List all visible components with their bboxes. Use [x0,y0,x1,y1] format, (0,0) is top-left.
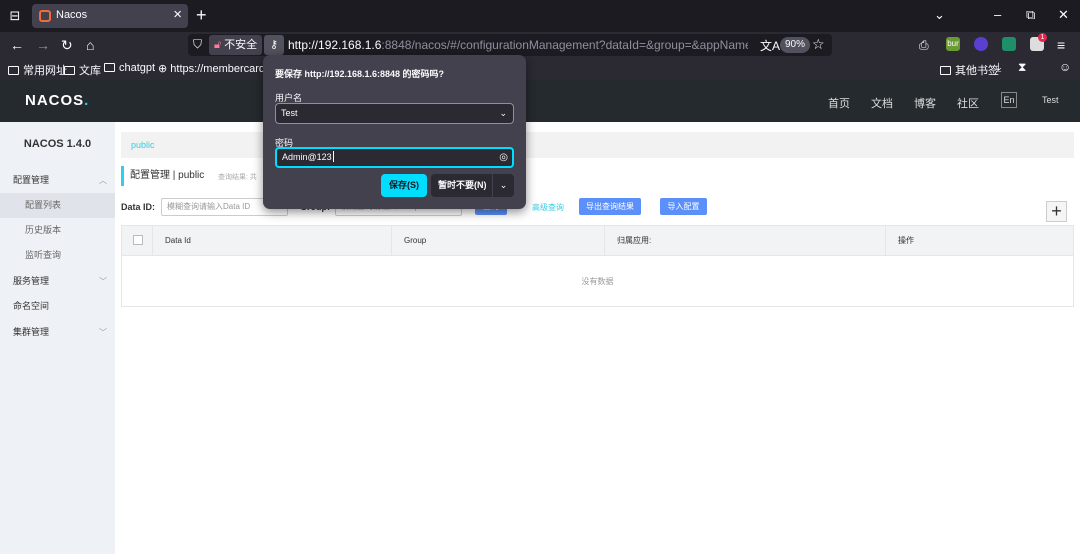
table-header: Data Id Group 归属应用: 操作 [122,226,1073,256]
config-table: Data Id Group 归属应用: 操作 没有数据 [121,225,1074,307]
nav-community[interactable]: 社区 [957,95,979,111]
home-icon[interactable]: ⌂ [86,36,94,54]
minimize-icon[interactable]: – [994,6,1001,24]
restore-icon[interactable]: ⧉ [1026,6,1035,24]
select-all-checkbox[interactable] [133,235,143,245]
folder-icon [940,66,951,75]
extension-badge-icon[interactable]: 1 [1030,33,1047,51]
username-field[interactable]: Test ⌄ [275,103,514,124]
page-title: 配置管理 | public [121,166,204,186]
sidebar-item-cluster-management[interactable]: 集群管理 ﹀ [0,320,115,345]
bookmark-folder-chatgpt[interactable]: chatgpt [104,62,155,74]
browser-tab-bar: ⊟ Nacos × + ⌄ – ⧉ ✕ [0,0,1080,32]
bookmark-folder-wenku[interactable]: 文库 [64,62,101,78]
tab-list-icon[interactable]: ⊟ [6,7,24,25]
table-empty-text: 没有数据 [581,277,614,286]
not-now-button[interactable]: 暂时不要(N) ⌄ [431,174,514,197]
extensions-puzzle-icon[interactable]: ⧗ [1018,60,1026,75]
chevron-up-icon: ︿ [99,176,107,185]
sidebar-item-config-management[interactable]: 配置管理 ︿ [0,168,115,193]
share-icon[interactable]: ⎙ [919,36,929,54]
language-switch-button[interactable]: En [1001,92,1017,108]
url-bar[interactable]: ⛉ 🔓︎ 不安全 ⚷ http://192.168.1.6:8848/nacos/… [188,34,832,56]
column-actions: 操作 [885,226,1073,256]
close-window-icon[interactable]: ✕ [1058,6,1069,24]
bookmark-folder-common[interactable]: 常用网址 [8,62,67,78]
extension-badge-count: 1 [1038,33,1047,42]
forward-icon[interactable]: → [36,36,50,54]
account-icon[interactable]: ☺ [1059,60,1071,74]
import-config-button[interactable]: 导入配置 [660,198,707,215]
other-bookmarks[interactable]: 其他书签 [940,62,999,78]
url-text[interactable]: http://192.168.1.6:8848/nacos/#/configur… [288,38,748,52]
folder-icon [104,63,115,72]
password-key-icon[interactable]: ⚷ [264,35,284,55]
nav-blog[interactable]: 博客 [914,95,936,111]
chevron-down-icon[interactable]: ⌄ [492,174,514,197]
browser-tab-nacos[interactable]: Nacos × [32,4,188,28]
text-cursor [332,151,334,162]
current-user[interactable]: Test [1042,95,1059,105]
bookmark-membercard[interactable]: ⊕ https://membercard... [158,62,274,75]
save-password-button[interactable]: 保存(S) [381,174,427,197]
url-host: http://192.168.1.6 [288,38,382,52]
sidebar-item-listener-query[interactable]: 监听查询 [0,243,115,268]
app-menu-icon[interactable]: ≡ [1057,36,1065,54]
translate-icon[interactable]: 文A [760,37,780,54]
new-tab-button[interactable]: + [196,5,207,25]
nav-docs[interactable]: 文档 [871,95,893,111]
bur-extension-icon[interactable]: bur [946,37,960,51]
select-all-cell [122,226,152,256]
sidebar-item-config-list[interactable]: 配置列表 [0,193,115,218]
chevron-down-icon: ﹀ [99,328,107,337]
column-app: 归属应用: [604,226,885,256]
insecure-lock-icon: 🔓︎ [214,39,222,51]
nacos-favicon-icon [39,10,51,22]
save-password-popup: 要保存 http://192.168.1.6:8848 的密码吗? 用户名 Te… [263,55,526,209]
downloads-icon[interactable]: ⤓ [996,60,1001,75]
tab-close-icon[interactable]: × [173,7,182,23]
chevron-down-icon: ﹀ [99,277,107,286]
nacos-header: NACOS. 首页 文档 博客 社区 En Test [0,80,1080,122]
extension-diamond-icon[interactable] [974,37,988,51]
reload-icon[interactable]: ↻ [61,36,73,54]
tab-overflow-chevron-icon[interactable]: ⌄ [934,6,945,24]
tab-title: Nacos [56,9,88,21]
chevron-down-icon[interactable]: ⌄ [499,104,507,123]
sidebar: NACOS 1.4.0 配置管理 ︿ 配置列表 历史版本 监听查询 服务管理 ﹀ 命… [0,122,115,554]
export-results-button[interactable]: 导出查询结果 [579,198,641,215]
nav-home[interactable]: 首页 [828,95,850,111]
password-field[interactable]: Admin@123 ◎ [275,147,514,168]
nacos-logo[interactable]: NACOS. [25,92,89,109]
site-security-indicator[interactable]: 🔓︎ 不安全 [209,35,263,55]
data-id-label: Data ID: [121,202,156,212]
sidebar-item-history[interactable]: 历史版本 [0,218,115,243]
folder-icon [64,66,75,75]
sidebar-item-service-management[interactable]: 服务管理 ﹀ [0,269,115,294]
popup-title: 要保存 http://192.168.1.6:8848 的密码吗? [275,69,445,79]
zoom-level-badge[interactable]: 90% [780,37,811,53]
sidebar-item-namespace[interactable]: 命名空间 [0,294,115,319]
add-config-button[interactable]: + [1046,201,1067,222]
bookmarks-toolbar: 常用网址 文库 chatgpt ⊕ https://membercard... … [0,58,1080,80]
column-data-id: Data Id [152,226,391,256]
namespace-tab-public[interactable]: public [131,140,155,150]
version-label: NACOS 1.4.0 [23,138,92,150]
query-result-hint: 查询结果: 共 [218,174,257,181]
tracking-shield-icon[interactable]: ⛉ [193,37,202,52]
back-icon[interactable]: ← [10,36,24,54]
globe-icon: ⊕ [158,63,171,75]
extension-green-icon[interactable] [1002,37,1016,51]
bookmark-star-icon[interactable]: ☆ [812,36,825,53]
insecure-label: 不安全 [224,39,258,51]
hide-password-eye-icon[interactable]: ◎ [499,149,508,166]
column-group: Group [391,226,604,256]
advanced-query-link[interactable]: 高级查询 [532,202,564,213]
browser-nav-bar: ← → ↻ ⌂ ⛉ 🔓︎ 不安全 ⚷ http://192.168.1.6:884… [0,32,1080,58]
folder-icon [8,66,19,75]
url-path: :8848/nacos/#/configurationManagement?da… [381,38,748,52]
